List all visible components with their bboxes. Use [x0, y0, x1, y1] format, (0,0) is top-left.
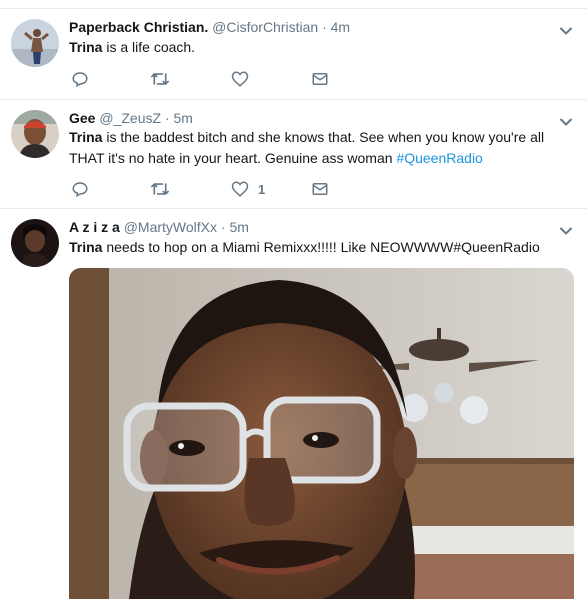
mention-bold: Trina: [69, 39, 103, 55]
reply-icon[interactable]: [71, 70, 89, 90]
timeline-top-divider: [0, 0, 587, 9]
like-icon[interactable]: 1: [231, 180, 271, 200]
like-count: 1: [258, 182, 266, 197]
like-icon[interactable]: [231, 70, 249, 90]
retweet-icon[interactable]: [150, 70, 170, 90]
tweet-text: Trina needs to hop on a Miami Remixxx!!!…: [69, 237, 569, 258]
handle[interactable]: @_ZeusZ: [99, 110, 161, 126]
avatar[interactable]: [11, 19, 59, 67]
tweet-header: A z i z a @MartyWolfXx · 5m: [69, 219, 249, 235]
handle[interactable]: @MartyWolfXx: [124, 219, 217, 235]
tweet-body: needs to hop on a Miami Remixxx!!!!! Lik…: [102, 239, 540, 255]
tweet[interactable]: Paperback Christian. @CisforChristian · …: [0, 9, 587, 100]
tweet-header: Paperback Christian. @CisforChristian · …: [69, 19, 350, 35]
display-name[interactable]: Paperback Christian.: [69, 19, 208, 35]
tweet-actions: 1: [69, 180, 369, 200]
avatar[interactable]: [11, 110, 59, 158]
chevron-down-icon[interactable]: [559, 224, 573, 238]
display-name[interactable]: Gee: [69, 110, 95, 126]
tweet-text: Trina is a life coach.: [69, 37, 569, 58]
timestamp[interactable]: · 5m: [221, 219, 249, 235]
hashtag-link[interactable]: #QueenRadio: [396, 150, 482, 166]
tweet-actions: [69, 70, 369, 90]
tweet[interactable]: Gee @_ZeusZ · 5m Trina is the baddest bi…: [0, 100, 587, 209]
mention-bold: Trina: [69, 129, 103, 145]
avatar[interactable]: [11, 219, 59, 267]
retweet-icon[interactable]: [150, 180, 170, 200]
chevron-down-icon[interactable]: [559, 24, 573, 38]
tweet-text: Trina is the baddest bitch and she knows…: [69, 127, 564, 169]
dm-icon[interactable]: [311, 180, 329, 200]
timestamp[interactable]: · 4m: [322, 19, 350, 35]
tweet-header: Gee @_ZeusZ · 5m: [69, 110, 193, 126]
tweet-body: is a life coach.: [102, 39, 196, 55]
mention-bold: Trina: [69, 239, 103, 255]
handle[interactable]: @CisforChristian: [212, 19, 318, 35]
reply-icon[interactable]: [71, 180, 89, 200]
tweet-media-photo[interactable]: [69, 268, 574, 599]
display-name[interactable]: A z i z a: [69, 219, 120, 235]
timestamp[interactable]: · 5m: [165, 110, 193, 126]
dm-icon[interactable]: [311, 70, 329, 90]
